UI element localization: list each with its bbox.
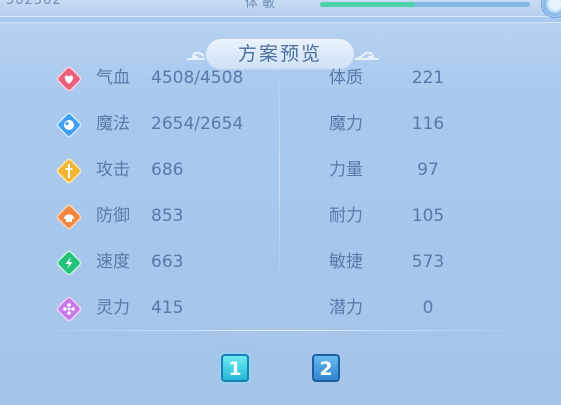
attr-label: 潜力 <box>329 298 363 318</box>
page-button-2[interactable]: 2 <box>312 354 340 382</box>
stat-row-speed: 速度 663 敏捷 573 <box>0 239 561 285</box>
attr-value: 116 <box>411 114 445 134</box>
attr-value: 105 <box>411 206 445 226</box>
cut-off-text-mid: 体 敏 <box>245 0 276 11</box>
stat-label: 攻击 <box>96 160 130 180</box>
attr-value: 0 <box>422 298 434 318</box>
attr-value: 573 <box>411 252 445 272</box>
attr-label: 敏捷 <box>329 252 363 272</box>
sword-icon <box>56 158 82 184</box>
stat-label: 魔法 <box>96 114 130 134</box>
stat-value: 4508/4508 <box>151 68 244 88</box>
lightning-icon <box>56 250 82 276</box>
scheme-preview-panel: 方案预览 气血 4508/4508 体质 221 魔法 2654/2654 魔力… <box>0 22 561 405</box>
stat-row-attack: 攻击 686 力量 97 <box>0 147 561 193</box>
stat-label: 灵力 <box>96 298 130 318</box>
attr-label: 体质 <box>329 68 363 88</box>
stat-row-spirit: 灵力 415 潜力 0 <box>0 285 561 331</box>
stat-value: 415 <box>151 298 184 318</box>
stat-row-defense: 防御 853 耐力 105 <box>0 193 561 239</box>
stat-label: 气血 <box>96 68 130 88</box>
stat-value: 686 <box>151 160 184 180</box>
mana-orb-icon <box>56 112 82 138</box>
stat-label: 防御 <box>96 206 130 226</box>
stat-value: 663 <box>151 252 184 272</box>
spirit-icon <box>56 296 82 322</box>
attr-label: 力量 <box>329 160 363 180</box>
stat-label: 速度 <box>96 252 130 272</box>
stat-row-mp: 魔法 2654/2654 魔力 116 <box>0 101 561 147</box>
attr-value: 221 <box>411 68 445 88</box>
cut-off-text: 502502 <box>6 0 62 8</box>
top-strip: 502502 体 敏 <box>0 0 561 18</box>
stat-row-hp: 气血 4508/4508 体质 221 <box>0 55 561 101</box>
stat-value: 2654/2654 <box>151 114 244 134</box>
heart-icon <box>56 66 82 92</box>
corner-ornament-icon <box>541 0 561 18</box>
stat-value: 853 <box>151 206 184 226</box>
attr-label: 耐力 <box>329 206 363 226</box>
attr-label: 魔力 <box>329 114 363 134</box>
shield-helmet-icon <box>56 204 82 230</box>
cut-off-progress-bar <box>320 2 530 7</box>
section-divider <box>24 330 537 331</box>
page-button-1[interactable]: 1 <box>221 354 249 382</box>
attr-value: 97 <box>417 160 439 180</box>
